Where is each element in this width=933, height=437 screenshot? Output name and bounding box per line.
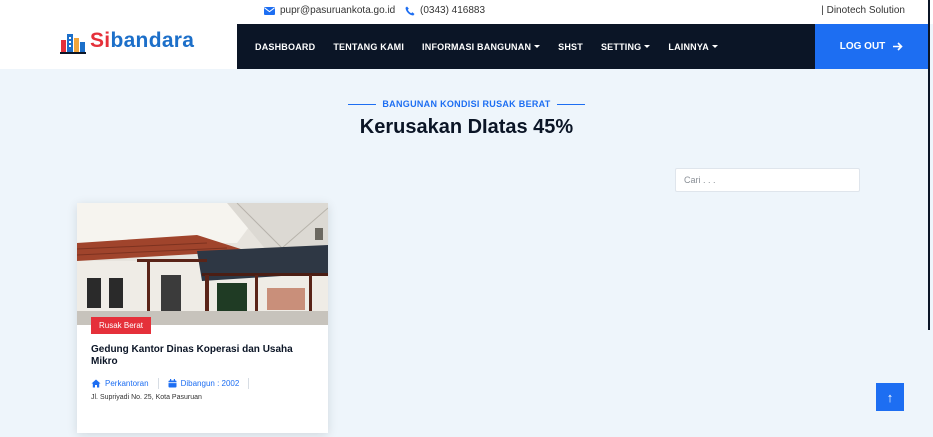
- arrow-up-icon: ↑: [886, 389, 894, 405]
- page-title: Kerusakan DIatas 45%: [359, 116, 574, 138]
- building-card[interactable]: Rusak Berat Gedung Kantor Dinas Koperasi…: [77, 203, 328, 433]
- site-logo-text: Sibandara: [90, 29, 194, 53]
- logout-button[interactable]: LOG OUT: [815, 24, 928, 69]
- caret-down-icon: [644, 45, 651, 48]
- back-to-top-button[interactable]: ↑: [876, 383, 904, 411]
- meta-divider: [248, 378, 250, 389]
- site-logo[interactable]: Sibandara: [60, 28, 194, 54]
- section-subtitle-text: BANGUNAN KONDISI RUSAK BERAT: [382, 99, 551, 109]
- main-navbar: DASHBOARD TENTANG KAMI INFORMASI BANGUNA…: [237, 24, 815, 69]
- nav-item-tentang-kami[interactable]: TENTANG KAMI: [333, 42, 404, 52]
- calendar-icon: [168, 379, 177, 388]
- subtitle-rule-left: [348, 103, 377, 106]
- building-address: Jl. Supriyadi No. 25, Kota Pasuruan: [91, 394, 202, 401]
- nav-item-informasi-bangunan[interactable]: INFORMASI BANGUNAN: [422, 41, 541, 52]
- nav-item-label: DASHBOARD: [255, 41, 316, 52]
- building-category-text: Perkantoran: [105, 379, 149, 388]
- building-category: Perkantoran: [91, 379, 149, 388]
- nav-item-shst[interactable]: SHST: [558, 42, 583, 52]
- page-edge-rule: [928, 0, 930, 330]
- arrow-right-icon: [893, 42, 903, 51]
- caret-down-icon: [534, 45, 541, 48]
- nav-item-label: TENTANG KAMI: [333, 41, 405, 52]
- nav-item-label: SHST: [558, 41, 583, 52]
- contact-phone-text: (0343) 416883: [420, 5, 486, 16]
- status-badge: Rusak Berat: [91, 317, 152, 334]
- building-meta: Perkantoran Dibangun : 2002: [91, 378, 258, 389]
- building-photo: [77, 203, 328, 325]
- contact-email[interactable]: pupr@pasuruankota.go.id: [264, 5, 395, 16]
- building-title[interactable]: Gedung Kantor Dinas Koperasi dan Usaha M…: [91, 344, 316, 368]
- logout-label: LOG OUT: [839, 41, 886, 52]
- nav-item-label: SETTING: [600, 41, 642, 52]
- building-year: Dibangun : 2002: [168, 379, 240, 388]
- meta-divider: [157, 378, 159, 389]
- nav-item-setting[interactable]: SETTING: [600, 41, 651, 52]
- subtitle-rule-right: [556, 103, 585, 106]
- header-brand-area: Sibandara: [0, 24, 237, 69]
- city-buildings-icon: [60, 34, 86, 54]
- contact-phone[interactable]: (0343) 416883: [405, 5, 485, 16]
- section-subtitle: BANGUNAN KONDISI RUSAK BERAT: [0, 99, 933, 109]
- top-info-bar: pupr@pasuruankota.go.id (0343) 416883 | …: [0, 0, 933, 24]
- nav-item-lainnya[interactable]: LAINNYA: [668, 42, 718, 52]
- home-icon: [91, 379, 101, 388]
- building-year-text: Dibangun : 2002: [180, 379, 240, 388]
- search-input[interactable]: [675, 168, 860, 192]
- nav-item-label: LAINNYA: [668, 41, 709, 52]
- contact-email-text: pupr@pasuruankota.go.id: [280, 5, 396, 16]
- envelope-icon: [264, 6, 275, 15]
- logo-prefix: Si: [90, 29, 111, 52]
- logo-suffix: bandara: [110, 29, 195, 52]
- company-credit: | Dinotech Solution: [821, 5, 905, 16]
- caret-down-icon: [711, 45, 718, 48]
- nav-item-dashboard[interactable]: DASHBOARD: [255, 42, 315, 52]
- nav-item-label: INFORMASI BANGUNAN: [422, 41, 532, 52]
- phone-icon: [405, 6, 415, 15]
